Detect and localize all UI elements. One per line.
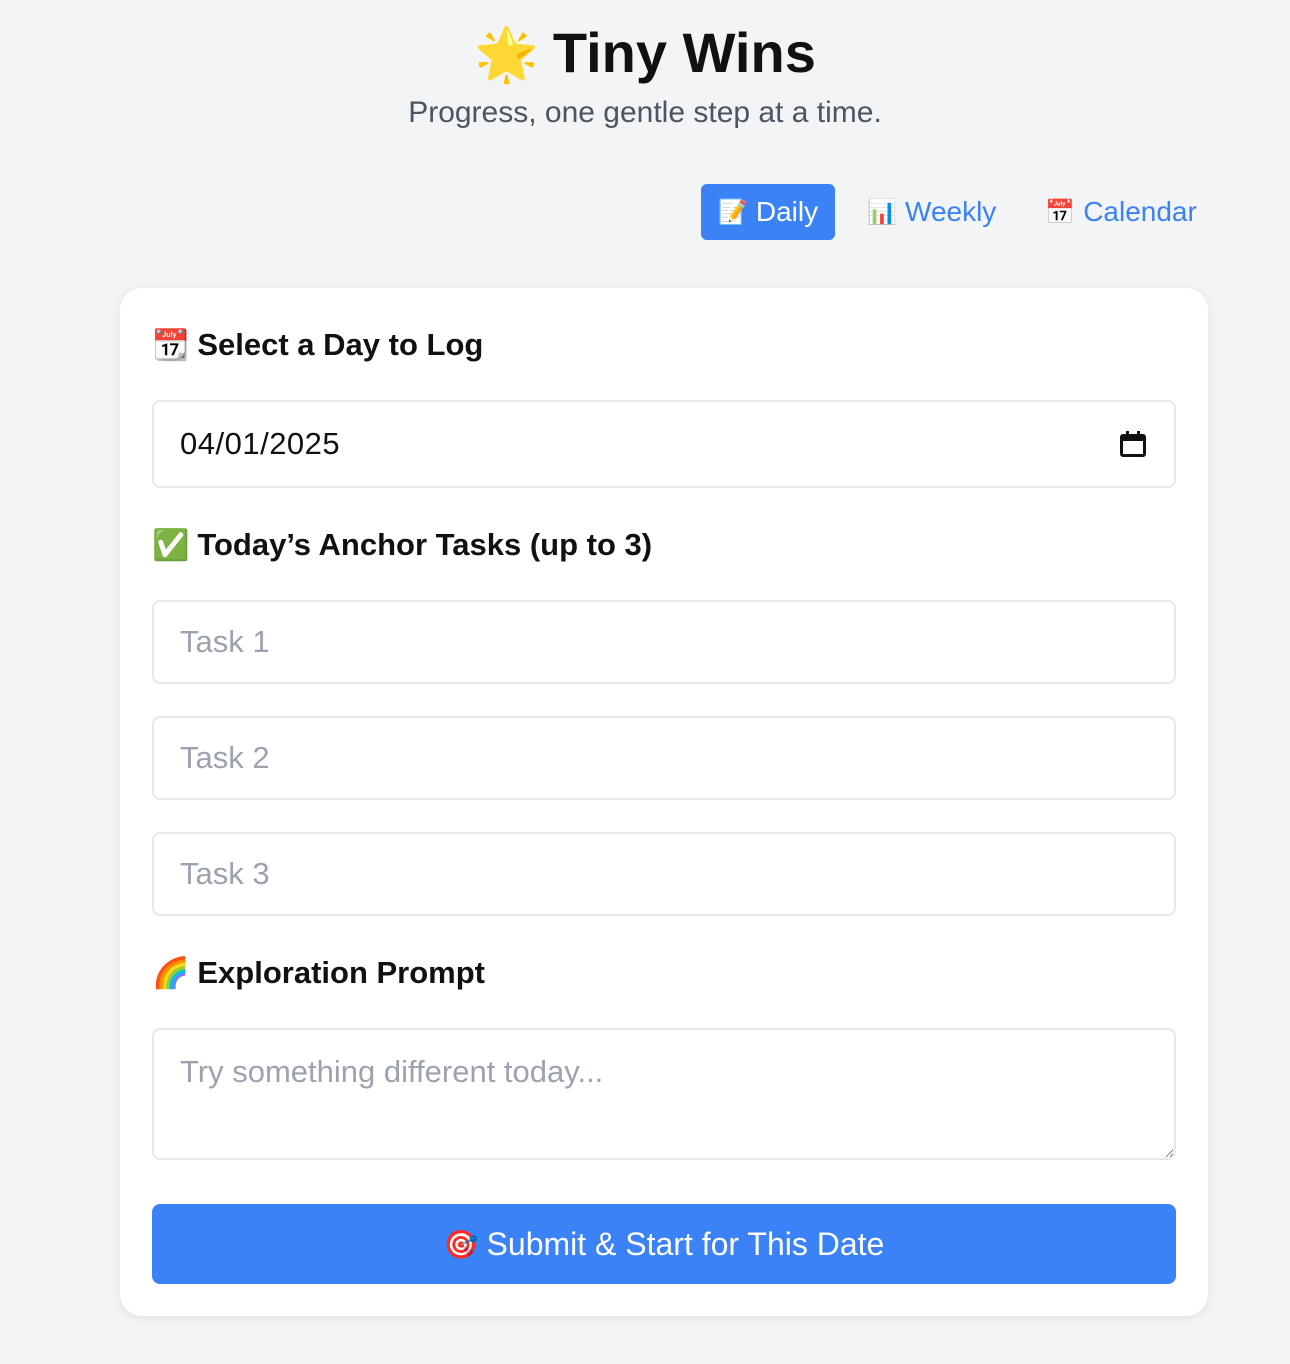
bar-chart-icon: 📊 [867,198,898,226]
tagline: Progress, one gentle step at a time. [408,96,882,129]
daily-log-card: 📆 Select a Day to Log 04/01/2025 ✅ Today’s… [120,288,1208,1316]
tear-off-calendar-icon: 📆 [152,329,190,362]
view-tabs: 📝 Daily 📊 Weekly 📅 Calendar [701,184,1214,240]
check-mark-icon: ✅ [152,529,190,562]
exploration-section-heading-text: Exploration Prompt [197,955,485,990]
tab-daily-label: Daily [755,196,819,227]
exploration-section-heading: 🌈 Exploration Prompt [152,953,485,994]
tab-calendar[interactable]: 📅 Calendar [1028,184,1214,240]
tab-weekly[interactable]: 📊 Weekly [850,184,1013,240]
tasks-section-heading-text: Today’s Anchor Tasks (up to 3) [197,527,653,562]
page-title-text: Tiny Wins [552,21,816,84]
calendar-picker-icon[interactable] [1120,431,1146,457]
date-section-heading-text: Select a Day to Log [197,327,484,362]
tab-weekly-label: Weekly [905,196,997,227]
submit-button-label: Submit & Start for This Date [486,1225,885,1262]
memo-icon: 📝 [718,198,748,226]
date-input[interactable]: 04/01/2025 [152,400,1176,488]
calendar-icon: 📅 [1045,198,1076,226]
tasks-section-heading: ✅ Today’s Anchor Tasks (up to 3) [152,525,652,566]
page-title: 🌟 Tiny Wins [0,20,1290,88]
rainbow-icon: 🌈 [152,957,190,990]
star-icon: 🌟 [474,26,539,84]
tab-calendar-label: Calendar [1083,196,1197,227]
date-value: 04/01/2025 [180,426,341,461]
task-2-input[interactable] [152,716,1176,800]
target-icon: 🎯 [443,1228,479,1260]
submit-button[interactable]: 🎯 Submit & Start for This Date [152,1204,1176,1284]
exploration-prompt-textarea[interactable] [152,1028,1176,1160]
tab-daily[interactable]: 📝 Daily [701,184,836,240]
date-section-heading: 📆 Select a Day to Log [152,325,483,366]
task-1-input[interactable] [152,600,1176,684]
task-3-input[interactable] [152,832,1176,916]
